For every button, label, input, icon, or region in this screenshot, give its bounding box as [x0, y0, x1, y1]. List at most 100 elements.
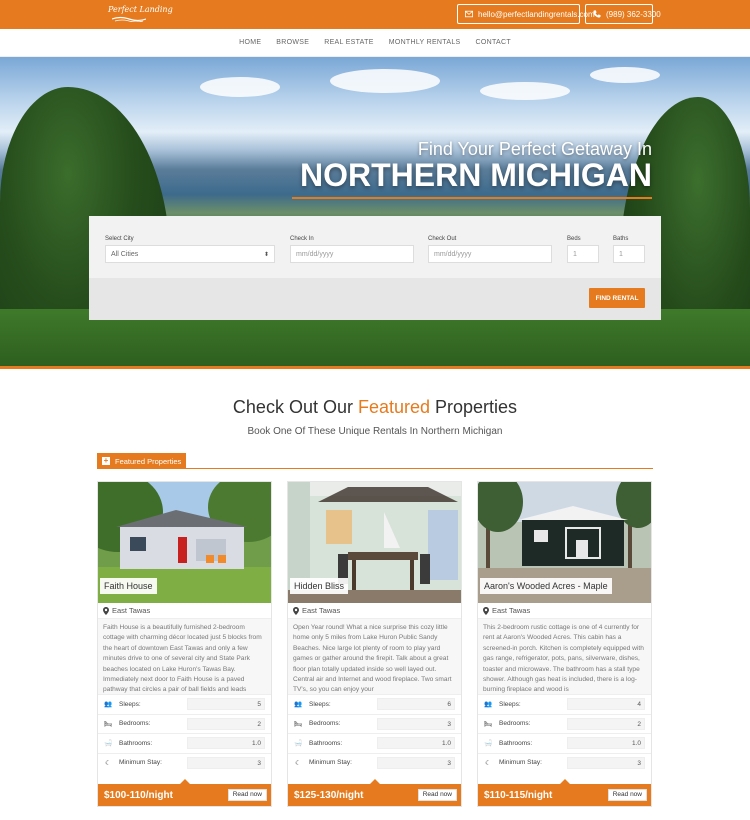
phone-button[interactable]: (989) 362-3300: [585, 4, 661, 24]
card-footer: $100-110/night Read now: [98, 779, 271, 806]
spec-bedrooms: 🛏 Bedrooms: 2: [478, 713, 651, 734]
search-panel: Select City All Cities ⬍ Check In mm/dd/…: [89, 216, 661, 320]
spec-value: 2: [567, 717, 645, 730]
spec-value: 4: [567, 698, 645, 711]
property-location: East Tawas: [288, 603, 461, 619]
spec-value: 2: [187, 717, 265, 730]
spec-bathrooms: 🛁 Bathrooms: 1.0: [288, 733, 461, 753]
read-now-button[interactable]: Read now: [607, 789, 647, 801]
bed-icon: 🛏: [293, 720, 303, 728]
cloud: [590, 67, 660, 83]
checkout-input[interactable]: mm/dd/yyyy: [428, 245, 552, 263]
spec-value: 5: [187, 698, 265, 711]
checkin-placeholder: mm/dd/yyyy: [296, 250, 334, 258]
spec-value: 1.0: [187, 737, 265, 750]
footer-notch: [559, 779, 570, 784]
top-bar: Perfect Landing hello@perfectlandingrent…: [0, 0, 750, 29]
map-marker-icon: [293, 606, 299, 615]
find-rental-button[interactable]: FIND RENTAL: [589, 288, 645, 308]
property-name[interactable]: Hidden Bliss: [290, 578, 349, 594]
nav-item-real-estate[interactable]: REAL ESTATE: [324, 39, 373, 46]
card-footer: $125-130/night Read now: [288, 779, 461, 806]
spec-bedrooms: 🛏 Bedrooms: 3: [288, 713, 461, 734]
property-price: $110-115/night: [484, 789, 553, 801]
spec-min-stay: ☾ Minimum Stay: 3: [478, 752, 651, 773]
featured-title-pre: Check Out Our: [232, 397, 358, 417]
spec-bathrooms: 🛁 Bathrooms: 1.0: [478, 733, 651, 753]
spec-sleeps: 👥 Sleeps: 4: [478, 694, 651, 714]
spec-label: Minimum Stay:: [119, 759, 162, 767]
read-now-button[interactable]: Read now: [227, 789, 267, 801]
hero-banner: Find Your Perfect Getaway In NORTHERN MI…: [0, 57, 750, 369]
email-button[interactable]: hello@perfectlandingrentals.com: [457, 4, 595, 24]
email-text: hello@perfectlandingrentals.com: [478, 9, 595, 19]
spec-label: Bathrooms:: [119, 739, 153, 747]
bed-icon: 🛏: [103, 720, 113, 728]
spec-value: 1.0: [377, 737, 455, 750]
cloud: [200, 77, 280, 97]
card-footer: $110-115/night Read now: [478, 779, 651, 806]
property-card: Hidden Bliss East Tawas Open Year round!…: [287, 481, 462, 807]
spec-bathrooms: 🛁 Bathrooms: 1.0: [98, 733, 271, 753]
spec-bedrooms: 🛏 Bedrooms: 2: [98, 713, 271, 734]
spec-value: 3: [377, 756, 455, 769]
property-description: Open Year round! What a nice surprise th…: [288, 619, 461, 694]
map-marker-icon: [483, 606, 489, 615]
property-photo[interactable]: Aaron's Wooded Acres - Maple: [478, 482, 651, 603]
footer-notch: [179, 779, 190, 784]
spec-sleeps: 👥 Sleeps: 6: [288, 694, 461, 714]
cloud: [330, 69, 440, 93]
envelope-icon: [465, 10, 473, 18]
spec-label: Minimum Stay:: [309, 759, 352, 767]
spec-label: Bedrooms:: [309, 720, 341, 728]
people-icon: 👥: [483, 701, 493, 709]
spec-value: 3: [377, 717, 455, 730]
site-logo[interactable]: Perfect Landing: [108, 3, 173, 25]
nav-item-monthly-rentals[interactable]: MONTHLY RENTALS: [389, 39, 461, 46]
featured-properties-tab[interactable]: + Featured Properties: [97, 453, 186, 469]
property-description: This 2-bedroom rustic cottage is one of …: [478, 619, 651, 694]
property-photo[interactable]: Hidden Bliss: [288, 482, 461, 603]
city-select-value: All Cities: [111, 250, 139, 258]
spec-label: Minimum Stay:: [499, 759, 542, 767]
spec-label: Sleeps:: [119, 700, 141, 708]
map-marker-icon: [103, 606, 109, 615]
property-price: $100-110/night: [104, 789, 173, 801]
footer-notch: [369, 779, 380, 784]
property-location: East Tawas: [478, 603, 651, 619]
phone-text: (989) 362-3300: [606, 9, 661, 19]
spec-value: 3: [187, 756, 265, 769]
hero-title: NORTHERN MICHIGAN: [300, 157, 652, 193]
featured-title: Check Out Our Featured Properties: [0, 397, 750, 418]
checkout-label: Check Out: [428, 236, 457, 242]
beds-label: Beds: [567, 236, 581, 242]
property-location: East Tawas: [98, 603, 271, 619]
nav-item-browse[interactable]: BROWSE: [276, 39, 309, 46]
beds-input[interactable]: 1: [567, 245, 599, 263]
property-card: Faith House East Tawas Faith House is a …: [97, 481, 272, 807]
checkin-input[interactable]: mm/dd/yyyy: [290, 245, 414, 263]
spec-label: Sleeps:: [499, 700, 521, 708]
people-icon: 👥: [293, 701, 303, 709]
plus-icon: +: [102, 456, 110, 465]
spec-min-stay: ☾ Minimum Stay: 3: [98, 752, 271, 773]
nav-item-contact[interactable]: CONTACT: [475, 39, 510, 46]
bathtub-icon: 🛁: [293, 740, 303, 748]
beds-value: 1: [573, 250, 577, 258]
spec-label: Sleeps:: [309, 700, 331, 708]
bed-icon: 🛏: [483, 720, 493, 728]
property-photo[interactable]: Faith House: [98, 482, 271, 603]
spec-label: Bedrooms:: [499, 720, 531, 728]
logo-text: Perfect Landing: [108, 5, 173, 14]
baths-input[interactable]: 1: [613, 245, 645, 263]
logo-wave-icon: [112, 16, 146, 22]
property-name[interactable]: Aaron's Wooded Acres - Maple: [480, 578, 612, 594]
property-name[interactable]: Faith House: [100, 578, 157, 594]
nav-item-home[interactable]: HOME: [239, 39, 261, 46]
location-text: East Tawas: [302, 606, 341, 615]
city-select[interactable]: All Cities ⬍: [105, 245, 275, 263]
checkin-label: Check In: [290, 236, 314, 242]
main-nav: HOME BROWSE REAL ESTATE MONTHLY RENTALS …: [0, 29, 750, 57]
read-now-button[interactable]: Read now: [417, 789, 457, 801]
featured-tab-label: Featured Properties: [115, 456, 182, 466]
